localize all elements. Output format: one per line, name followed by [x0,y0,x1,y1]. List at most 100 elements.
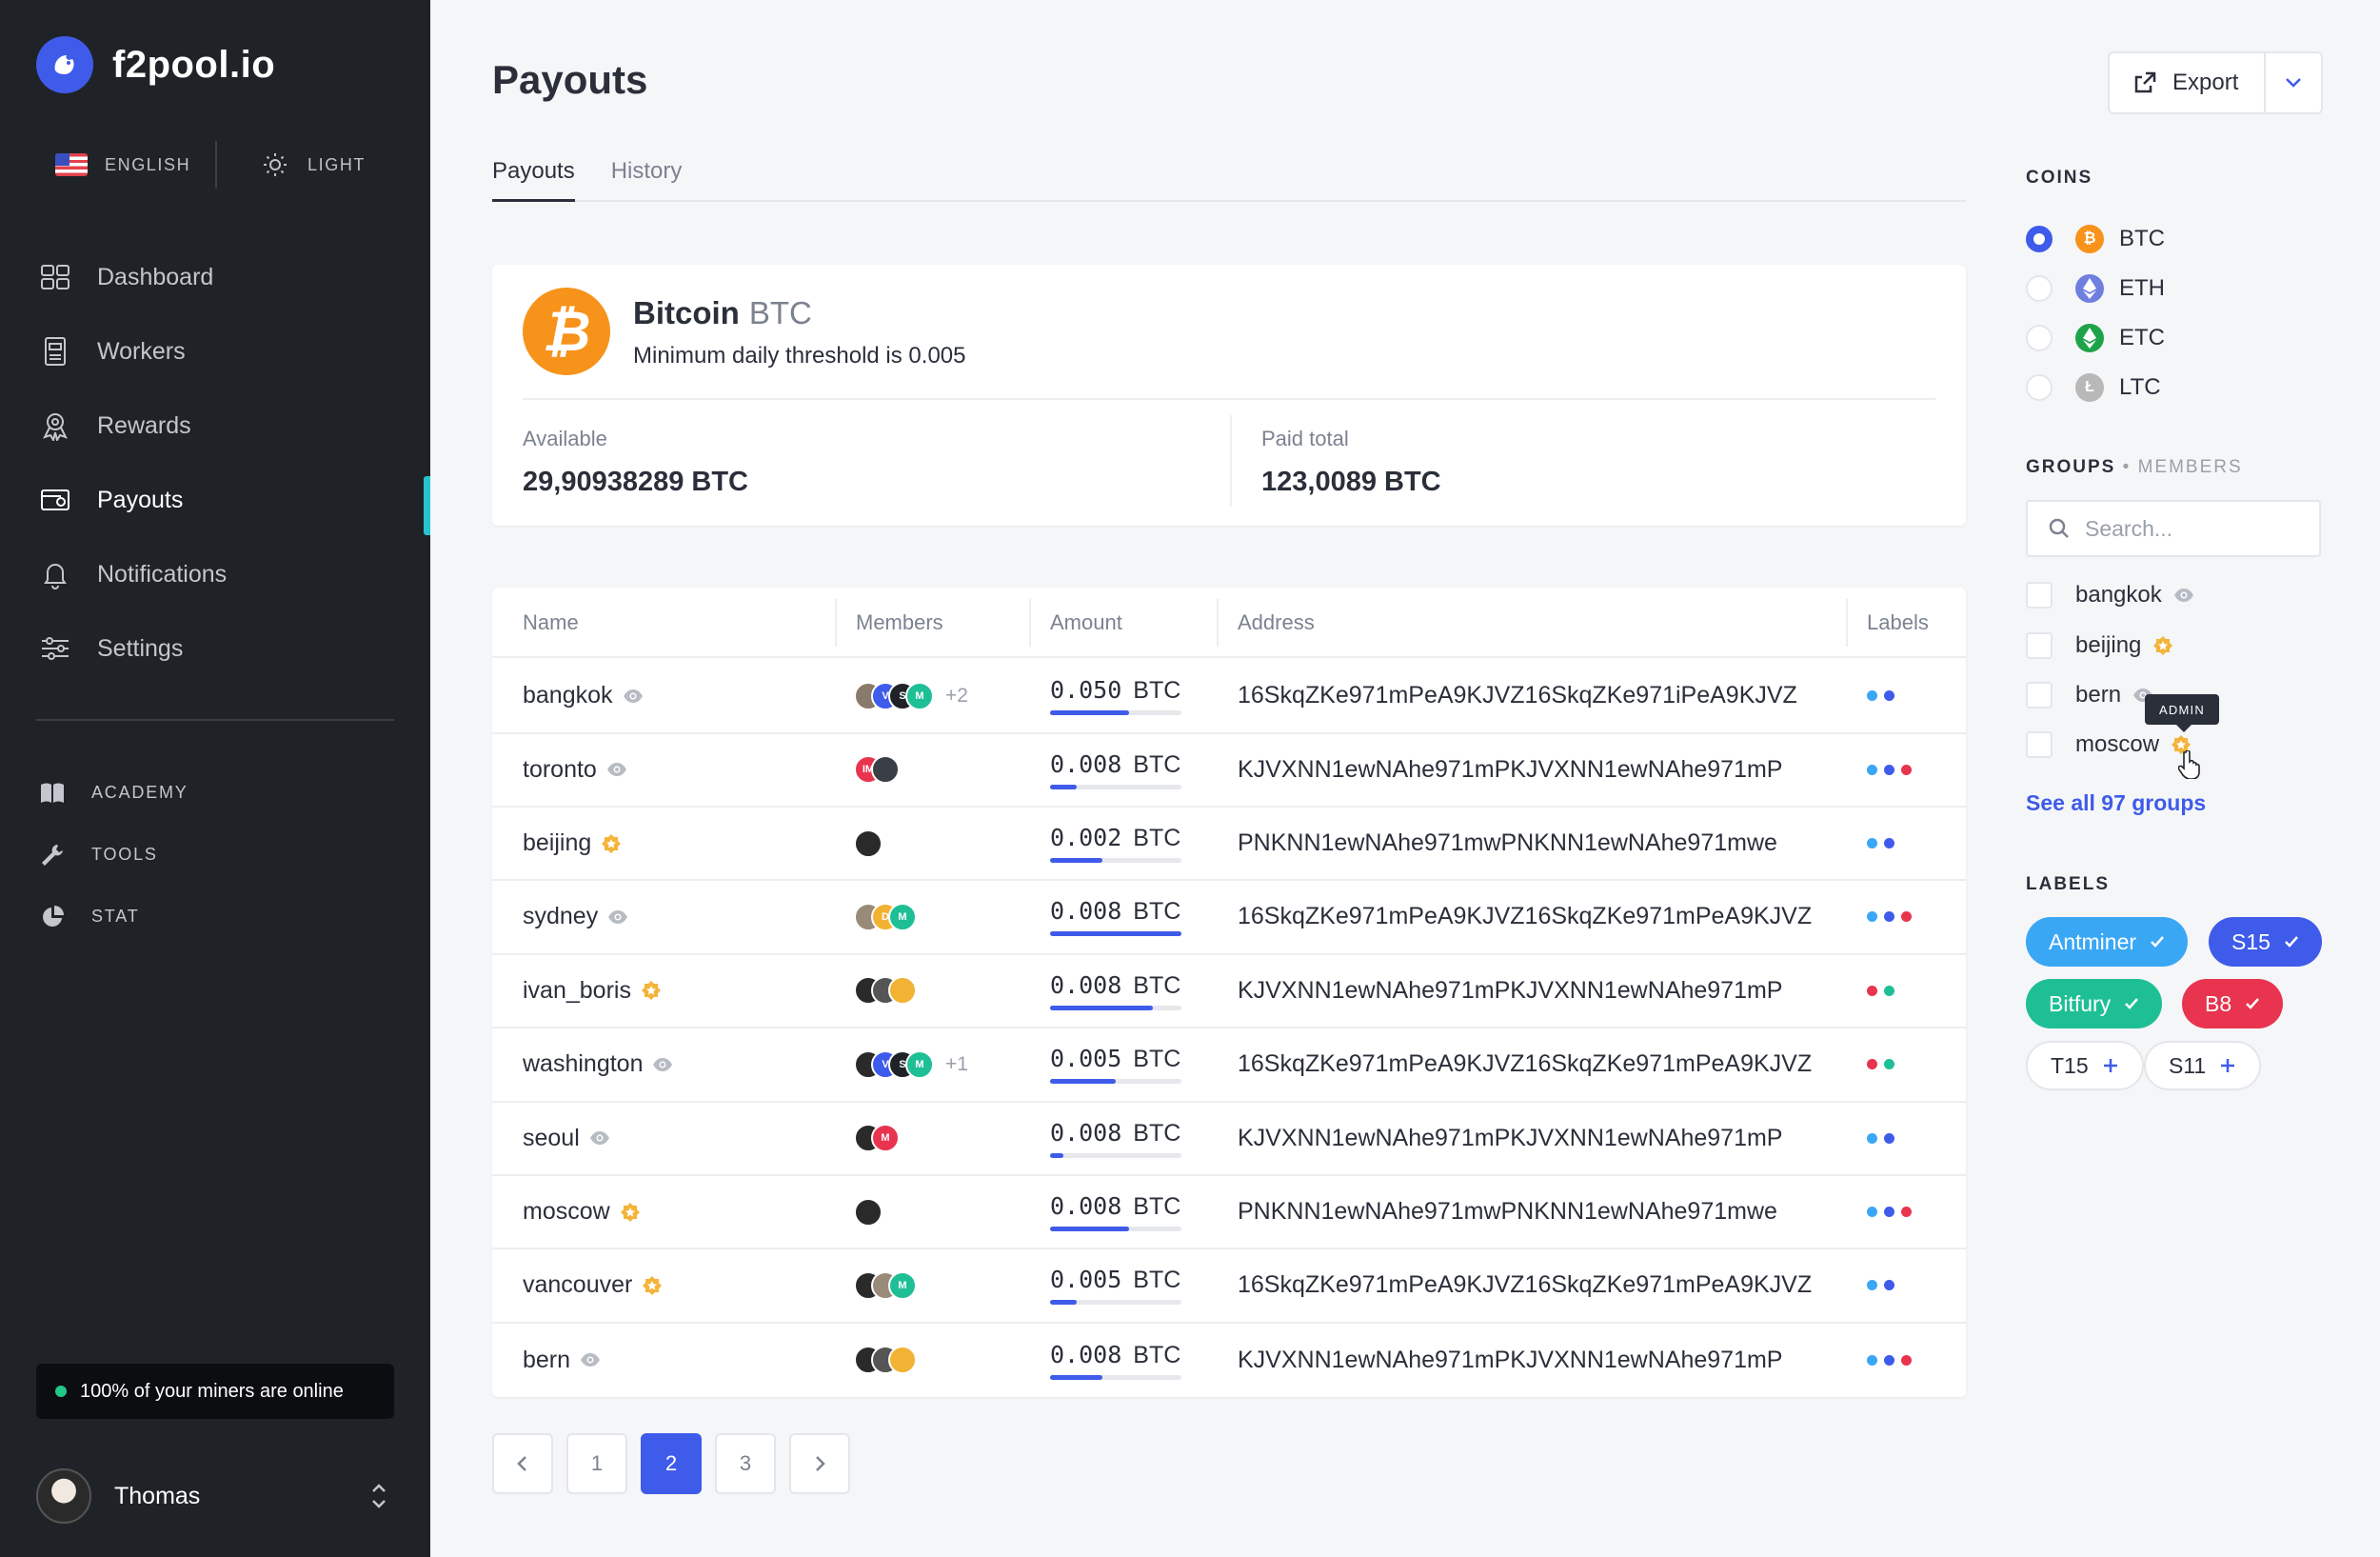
row-address[interactable]: 16SkqZKe971mPeA9KJVZ16SkqZKe971mPeA9KJVZ [1238,881,1812,953]
table-row[interactable]: bangkok V S M +2 0.050 BTC 16SkqZKe971mPeA9KJVZ… [492,660,1966,734]
group-item-bern[interactable]: bern [2026,676,2153,714]
coin-option-etc[interactable]: ETC [2026,319,2165,357]
row-address[interactable]: KJVXNN1ewNAhe971mPKJVXNN1ewNAhe971mP [1238,1324,1783,1398]
language-selector[interactable]: ENGLISH [55,141,190,189]
nav-label: ACADEMY [91,783,188,802]
radio-button[interactable] [2026,325,2053,351]
pagination: 1 2 3 [492,1433,863,1494]
logo[interactable]: f2pool.io [36,36,275,93]
paid-total-value: 123,0089 BTC [1261,467,1441,497]
table-row[interactable]: bern 0.008 BTC KJVXNN1ewNAhe971mPKJVXNN1ewN… [492,1324,1966,1398]
eye-icon [2173,589,2193,602]
row-address[interactable]: 16SkqZKe971mPeA9KJVZ16SkqZKe971mPeA9KJVZ [1238,1249,1812,1322]
next-page-button[interactable] [789,1433,850,1494]
label-chip-s15[interactable]: S15 [2209,917,2322,967]
tab-history[interactable]: History [611,154,683,202]
search-input[interactable] [2085,515,2304,542]
nav-item-payouts[interactable]: Payouts [0,463,430,537]
row-address[interactable]: PNKNN1ewNAhe971mwPNKNN1ewNAhe971mwe [1238,1176,1777,1248]
table-row[interactable]: sydney D M 0.008 BTC 16SkqZKe971mPeA9KJVZ16Sk… [492,881,1966,955]
status-text: 100% of your miners are online [80,1380,344,1402]
coin-option-eth[interactable]: ETH [2026,269,2165,308]
sidebar: f2pool.io ENGLISH LIGHT Dashboard Worker… [0,0,430,1557]
group-item-beijing[interactable]: beijing [2026,627,2173,665]
prev-page-button[interactable] [492,1433,553,1494]
amount-value: 0.008 [1050,749,1122,778]
members-extra-count: +1 [945,1052,968,1075]
nav-item-stat[interactable]: STAT [0,886,430,948]
table-row[interactable]: ivan_boris 0.008 BTC KJVXNN1ewNAhe971mPKJVX… [492,955,1966,1029]
export-dropdown-toggle[interactable] [2266,53,2321,112]
coin-option-ltc[interactable]: Ł LTC [2026,369,2161,407]
group-item-bangkok[interactable]: bangkok [2026,576,2194,614]
group-name: sydney [523,903,599,930]
nav-item-dashboard[interactable]: Dashboard [0,240,430,314]
table-row[interactable]: seoul M 0.008 BTC KJVXNN1ewNAhe971mPKJVXNN1e… [492,1102,1966,1176]
page-button-1[interactable]: 1 [566,1433,627,1494]
radio-button[interactable] [2026,275,2053,302]
row-address[interactable]: 16SkqZKe971mPeA9KJVZ16SkqZKe971mPeA9KJVZ [1238,1028,1812,1101]
nav-item-workers[interactable]: Workers [0,314,430,389]
table-row[interactable]: washington V S M +1 0.005 BTC 16SkqZKe971mPeA9K… [492,1028,1966,1103]
label-chip-s11[interactable]: S11 [2144,1041,2262,1090]
row-labels [1867,733,1918,806]
nav-item-tools[interactable]: TOOLS [0,824,430,886]
members-label[interactable]: MEMBERS [2138,457,2243,477]
row-members [854,1176,883,1248]
row-amount: 0.005 BTC [1050,1028,1181,1101]
checkbox[interactable] [2026,582,2053,609]
column-header-members[interactable]: Members [856,588,943,658]
amount-unit: BTC [1133,898,1181,926]
table-row[interactable]: vancouver M 0.005 BTC 16SkqZKe971mPeA9KJVZ16… [492,1249,1966,1324]
table-row[interactable]: beijing 0.002 BTC PNKNN1ewNAhe971mwPNKNN1ew… [492,808,1966,882]
export-button[interactable]: Export [2110,53,2266,112]
amount-progress-bar [1050,858,1181,864]
coin-option-btc[interactable]: ₿ BTC [2026,220,2165,258]
page-button-2[interactable]: 2 [641,1433,702,1494]
row-members: V S M +1 [854,1028,968,1101]
see-all-groups-link[interactable]: See all 97 groups [2026,790,2206,816]
row-members [854,808,883,880]
nav-item-academy[interactable]: ACADEMY [0,762,430,824]
amount-progress-fill [1050,1300,1077,1306]
theme-toggle[interactable]: LIGHT [262,141,366,189]
column-header-amount[interactable]: Amount [1050,588,1122,658]
checkbox[interactable] [2026,682,2053,709]
coin-label: ETC [2119,325,2165,350]
column-header-labels[interactable]: Labels [1867,588,1929,658]
nav-item-notifications[interactable]: Notifications [0,537,430,611]
label-dot [1901,1354,1912,1366]
checkbox[interactable] [2026,731,2053,758]
label-chip-t15[interactable]: T15 [2026,1041,2144,1090]
chip-label: Antminer [2049,928,2137,954]
nav-item-rewards[interactable]: Rewards [0,389,430,463]
label-chip-antminer[interactable]: Antminer [2026,917,2189,967]
radio-button[interactable] [2026,226,2053,252]
tab-payouts[interactable]: Payouts [492,154,575,202]
export-label: Export [2172,70,2239,95]
coin-summary-card: ₿ Bitcoin BTC Minimum daily threshold is … [492,265,1966,526]
row-address[interactable]: KJVXNN1ewNAhe971mPKJVXNN1ewNAhe971mP [1238,1102,1783,1174]
user-menu[interactable]: Thomas [36,1468,394,1524]
amount-value: 0.002 [1050,824,1122,852]
table-row[interactable]: moscow 0.008 BTC PNKNN1ewNAhe971mwPNKNN1ewN… [492,1176,1966,1250]
row-name: moscow [523,1176,641,1248]
column-header-name[interactable]: Name [523,588,579,658]
label-chip-bitfury[interactable]: Bitfury [2026,979,2163,1028]
page-button-3[interactable]: 3 [715,1433,776,1494]
column-header-address[interactable]: Address [1238,588,1315,658]
sliders-icon [42,637,69,660]
nav-item-settings[interactable]: Settings [0,611,430,686]
row-address[interactable]: KJVXNN1ewNAhe971mPKJVXNN1ewNAhe971mP [1238,955,1783,1028]
label-chip-b8[interactable]: B8 [2182,979,2284,1028]
row-address[interactable]: 16SkqZKe971mPeA9KJVZ16SkqZKe971iPeA9KJVZ [1238,660,1797,732]
checkbox[interactable] [2026,632,2053,659]
divider [215,141,217,189]
row-address[interactable]: KJVXNN1ewNAhe971mPKJVXNN1ewNAhe971mP [1238,733,1783,806]
radio-button[interactable] [2026,374,2053,401]
coin-label: ETH [2119,275,2165,301]
table-row[interactable]: toronto IM 0.008 BTC KJVXNN1ewNAhe971mPKJVXN… [492,733,1966,808]
group-item-moscow[interactable]: moscow [2026,726,2192,764]
row-address[interactable]: PNKNN1ewNAhe971mwPNKNN1ewNAhe971mwe [1238,808,1777,880]
group-label: beijing [2075,632,2142,658]
